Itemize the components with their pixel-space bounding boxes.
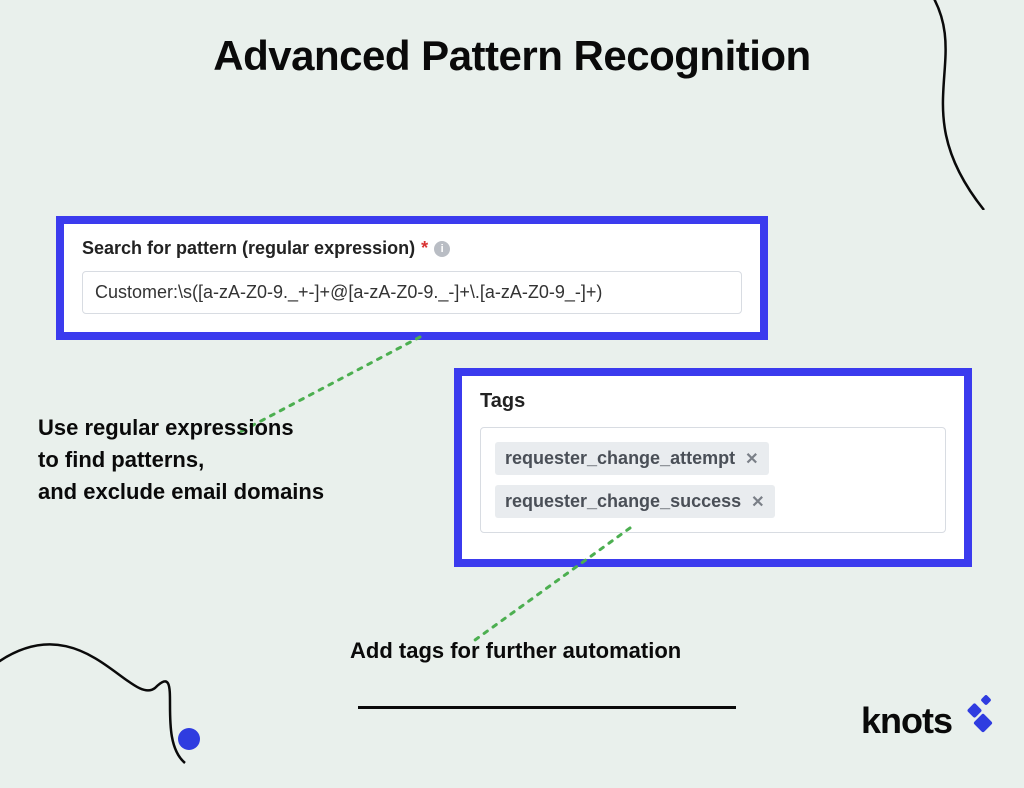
info-icon[interactable]: i xyxy=(434,241,450,257)
tag-chip[interactable]: requester_change_success ✕ xyxy=(495,485,775,518)
tag-text: requester_change_success xyxy=(505,491,741,512)
decorative-dot xyxy=(178,728,200,750)
underline-rule xyxy=(358,706,736,709)
description-bottom: Add tags for further automation xyxy=(350,638,681,664)
brand-logo: knots xyxy=(861,696,990,742)
close-icon[interactable]: ✕ xyxy=(745,449,758,469)
tags-label: Tags xyxy=(480,390,946,413)
required-asterisk: * xyxy=(421,238,428,259)
search-pattern-input[interactable] xyxy=(82,271,742,314)
page-title: Advanced Pattern Recognition xyxy=(0,32,1024,80)
tag-text: requester_change_attempt xyxy=(505,448,735,469)
logo-icon xyxy=(956,696,990,730)
tags-panel: Tags requester_change_attempt ✕ requeste… xyxy=(454,368,972,567)
tag-chip[interactable]: requester_change_attempt ✕ xyxy=(495,442,769,475)
tags-box[interactable]: requester_change_attempt ✕ requester_cha… xyxy=(480,427,946,533)
search-pattern-label: Search for pattern (regular expression) … xyxy=(82,238,742,259)
label-text: Search for pattern (regular expression) xyxy=(82,238,415,259)
logo-text: knots xyxy=(861,700,952,742)
description-left: Use regular expressions to find patterns… xyxy=(38,412,324,508)
close-icon[interactable]: ✕ xyxy=(751,492,764,512)
decorative-curve-bottom-left xyxy=(0,588,230,788)
search-pattern-panel: Search for pattern (regular expression) … xyxy=(56,216,768,340)
